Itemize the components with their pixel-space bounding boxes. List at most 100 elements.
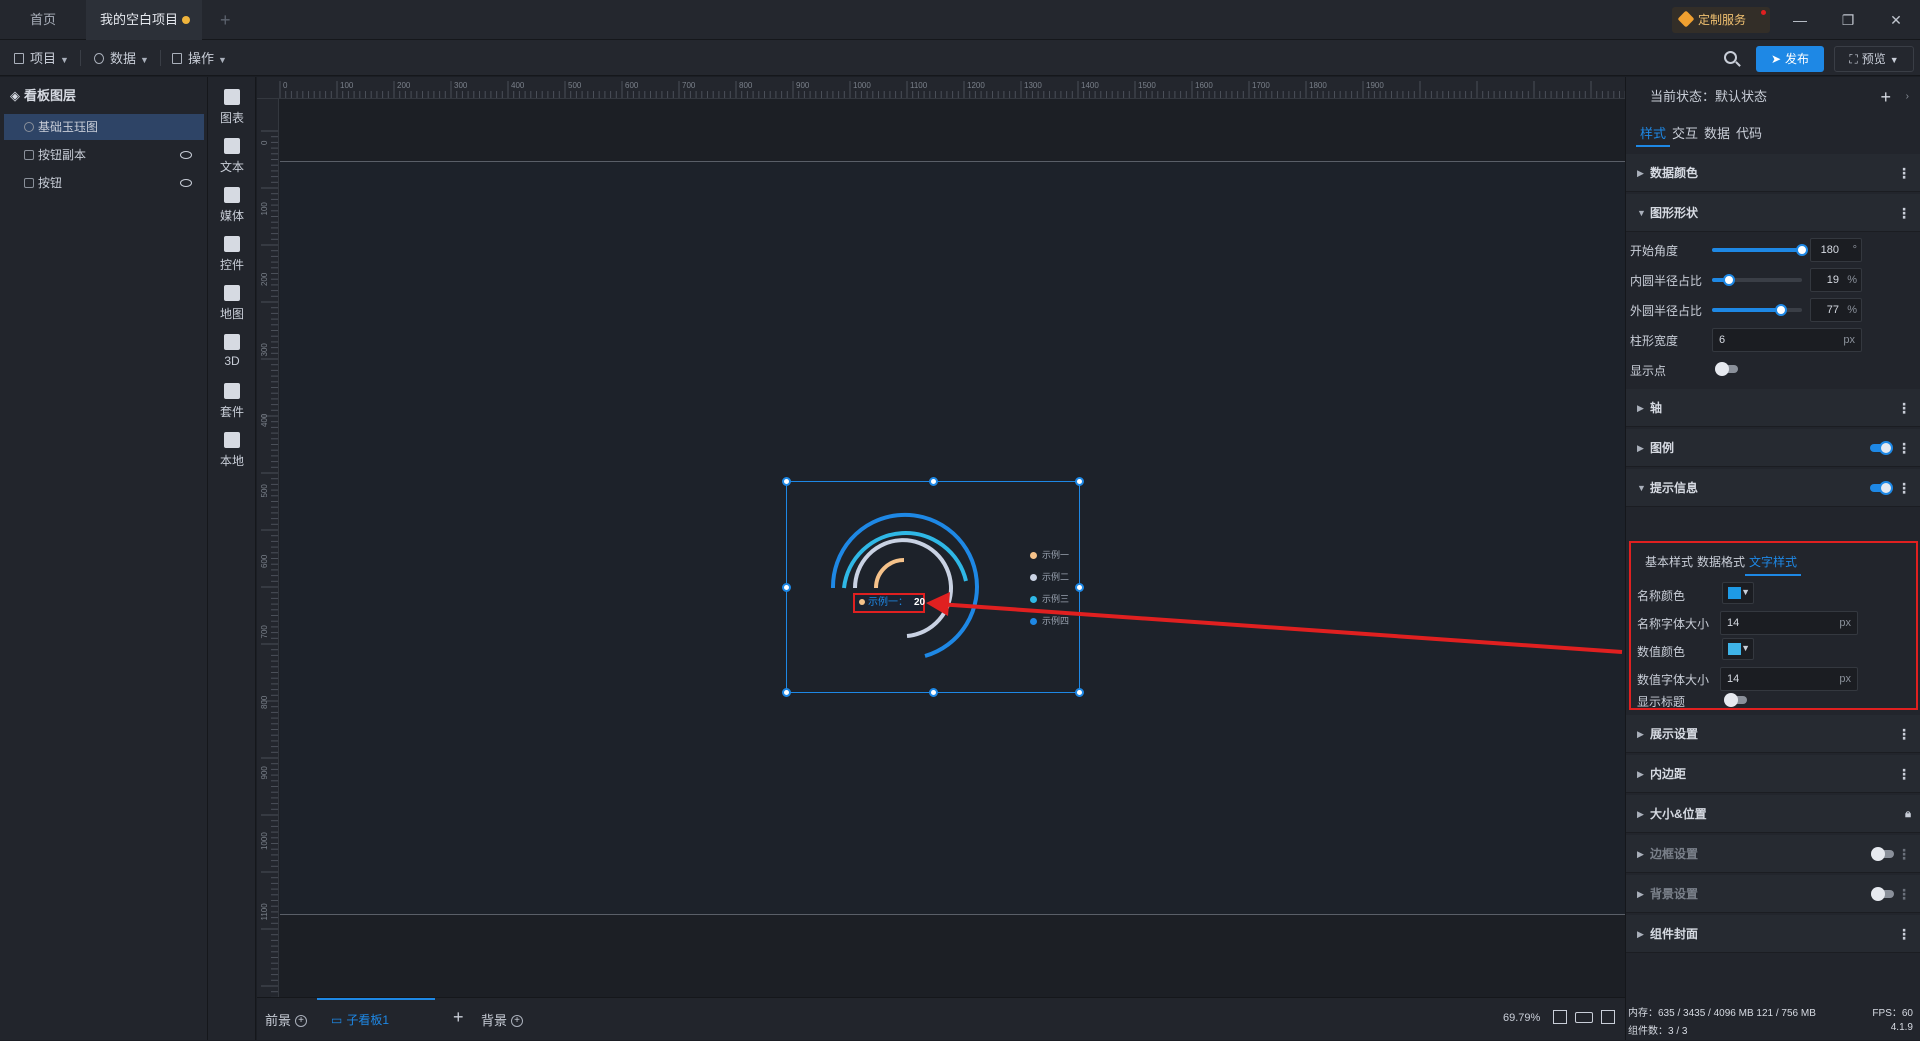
slider-knob[interactable] bbox=[1796, 244, 1808, 256]
section-data-color[interactable]: ▶ 数据颜色 ⋮ bbox=[1626, 154, 1920, 192]
component-puzzle[interactable]: 本地 bbox=[208, 424, 256, 482]
tab-interaction[interactable]: 交互 bbox=[1668, 121, 1702, 147]
tab-code[interactable]: 代码 bbox=[1732, 121, 1766, 147]
foreground-tab[interactable]: 前景 + bbox=[265, 1010, 308, 1029]
more-icon[interactable]: ⋮ bbox=[1897, 915, 1911, 953]
resize-handle[interactable] bbox=[929, 477, 938, 486]
section-label: 背景设置 bbox=[1650, 887, 1699, 901]
resize-handle[interactable] bbox=[782, 583, 791, 592]
border-toggle[interactable] bbox=[1871, 847, 1894, 861]
tab-style[interactable]: 样式 bbox=[1636, 121, 1671, 147]
image-icon bbox=[24, 178, 34, 188]
subtab-data-format[interactable]: 数据格式 bbox=[1693, 553, 1749, 574]
tab-home[interactable]: 首页 bbox=[0, 0, 86, 40]
start-angle-input[interactable]: 180 ° bbox=[1810, 238, 1862, 262]
layer-item-gauge[interactable]: 基础玉珏图 bbox=[4, 114, 204, 140]
section-label: 组件封面 bbox=[1650, 927, 1699, 941]
plus-circle-icon[interactable]: + bbox=[295, 1015, 308, 1027]
show-title-label: 显示标题 bbox=[1637, 695, 1686, 709]
section-border[interactable]: ▶ 边框设置 ⋮ bbox=[1626, 835, 1920, 873]
add-tab-button[interactable]: + bbox=[206, 0, 245, 40]
section-shape[interactable]: ▼ 图形形状 ⋮ bbox=[1626, 194, 1920, 232]
name-size-input[interactable]: 14 px bbox=[1720, 611, 1858, 635]
section-display[interactable]: ▶ 展示设置 ⋮ bbox=[1626, 715, 1920, 753]
more-icon[interactable]: ⋮ bbox=[1897, 389, 1911, 427]
more-icon[interactable]: ⋮ bbox=[1897, 469, 1911, 507]
sub-board-tab[interactable]: ▭ 子看板1 bbox=[317, 998, 435, 1041]
menu-data[interactable]: 数据 ▼ bbox=[88, 48, 155, 70]
eye-icon[interactable] bbox=[180, 151, 192, 159]
outer-ratio-input[interactable]: 77% bbox=[1810, 298, 1862, 322]
vertical-ruler-ticks: 0 100 200 300 400 500 600 700 800 900 1000 1100 bbox=[260, 130, 278, 997]
resize-handle[interactable] bbox=[1075, 688, 1084, 697]
show-point-toggle[interactable] bbox=[1715, 362, 1738, 376]
menu-operation[interactable]: 操作 ▼ bbox=[166, 48, 233, 70]
legend-toggle[interactable] bbox=[1870, 441, 1893, 455]
ruler-label: 0 bbox=[283, 81, 288, 90]
lock-icon[interactable]: 🔒︎ bbox=[1905, 795, 1911, 833]
eye-icon[interactable] bbox=[180, 179, 192, 187]
keyboard-icon[interactable] bbox=[1575, 1012, 1593, 1023]
section-cover[interactable]: ▶ 组件封面 ⋮ bbox=[1626, 915, 1920, 953]
value-color-picker[interactable]: ▼ bbox=[1722, 638, 1754, 660]
search-button[interactable] bbox=[1720, 47, 1744, 71]
preview-button[interactable]: ⛶ 预览 ▼ bbox=[1834, 46, 1914, 72]
start-angle-slider[interactable] bbox=[1712, 244, 1808, 256]
more-icon[interactable]: ⋮ bbox=[1897, 154, 1911, 192]
name-color-picker[interactable]: ▼ bbox=[1722, 582, 1754, 604]
layer-item-button[interactable]: 按钮 bbox=[4, 170, 204, 196]
layer-label: 按钮副本 bbox=[38, 148, 87, 162]
background-tab[interactable]: 背景 + bbox=[481, 1010, 524, 1029]
more-icon[interactable]: ⋮ bbox=[1897, 429, 1911, 467]
caret-right-icon: ▶ bbox=[1637, 929, 1644, 939]
tab-project[interactable]: 我的空白项目 bbox=[86, 0, 202, 40]
tooltip-toggle[interactable] bbox=[1870, 481, 1893, 495]
layers-panel: ◈ 看板图层 基础玉珏图 按钮副本 按钮 bbox=[0, 77, 208, 1040]
close-button[interactable]: ✕ bbox=[1872, 0, 1920, 40]
resize-handle[interactable] bbox=[782, 477, 791, 486]
section-axis[interactable]: ▶ 轴 ⋮ bbox=[1626, 389, 1920, 427]
subtab-text-style[interactable]: 文字样式 bbox=[1745, 553, 1802, 576]
background-toggle[interactable] bbox=[1871, 887, 1894, 901]
custom-service-button[interactable]: 定制服务 bbox=[1672, 7, 1770, 33]
resize-handle[interactable] bbox=[929, 688, 938, 697]
caret-right-icon: ▶ bbox=[1637, 403, 1644, 413]
add-state-icon[interactable]: + bbox=[1880, 77, 1891, 117]
more-icon[interactable]: ⋮ bbox=[1897, 835, 1911, 873]
inner-ratio-slider[interactable] bbox=[1712, 274, 1802, 286]
layer-item-button-copy[interactable]: 按钮副本 bbox=[4, 142, 204, 168]
menu-project[interactable]: 项目 ▼ bbox=[8, 48, 75, 70]
layers-icon: ◈ bbox=[10, 88, 20, 103]
show-point-label: 显示点 bbox=[1630, 364, 1667, 378]
add-board-button[interactable]: + bbox=[453, 1007, 464, 1028]
plus-circle-icon[interactable]: + bbox=[511, 1015, 524, 1027]
show-title-toggle[interactable] bbox=[1724, 693, 1747, 707]
zoom-level[interactable]: 69.79% bbox=[1503, 1012, 1540, 1024]
resize-handle[interactable] bbox=[1075, 477, 1084, 486]
restore-button[interactable]: ❐ bbox=[1824, 0, 1872, 40]
more-icon[interactable]: ⋮ bbox=[1897, 194, 1911, 232]
publish-button[interactable]: ➤ 发布 bbox=[1756, 46, 1824, 72]
section-padding[interactable]: ▶ 内边距 ⋮ bbox=[1626, 755, 1920, 793]
outer-ratio-slider[interactable] bbox=[1712, 304, 1802, 316]
slider-knob[interactable] bbox=[1723, 274, 1736, 286]
minimize-button[interactable]: — bbox=[1776, 0, 1824, 40]
bar-width-input[interactable]: 6 px bbox=[1712, 328, 1862, 352]
section-legend[interactable]: ▶ 图例 ⋮ bbox=[1626, 429, 1920, 467]
section-size-position[interactable]: ▶ 大小&位置 🔒︎ bbox=[1626, 795, 1920, 833]
more-icon[interactable]: ⋮ bbox=[1897, 715, 1911, 753]
resize-handle[interactable] bbox=[782, 688, 791, 697]
slider-knob[interactable] bbox=[1775, 304, 1788, 316]
section-tooltip[interactable]: ▼ 提示信息 ⋮ bbox=[1626, 469, 1920, 507]
section-background[interactable]: ▶ 背景设置 ⋮ bbox=[1626, 875, 1920, 913]
toggle-knob bbox=[1871, 887, 1885, 901]
fit-screen-icon[interactable] bbox=[1553, 1010, 1567, 1024]
chevron-right-icon[interactable]: › bbox=[1906, 77, 1909, 117]
terminal-icon[interactable] bbox=[1601, 1010, 1615, 1024]
tab-data[interactable]: 数据 bbox=[1700, 121, 1734, 147]
tooltip-name: 示例一： bbox=[868, 597, 908, 608]
inner-ratio-input[interactable]: 19% bbox=[1810, 268, 1862, 292]
subtab-basic-style[interactable]: 基本样式 bbox=[1641, 553, 1697, 574]
more-icon[interactable]: ⋮ bbox=[1897, 755, 1911, 793]
more-icon[interactable]: ⋮ bbox=[1897, 875, 1911, 913]
